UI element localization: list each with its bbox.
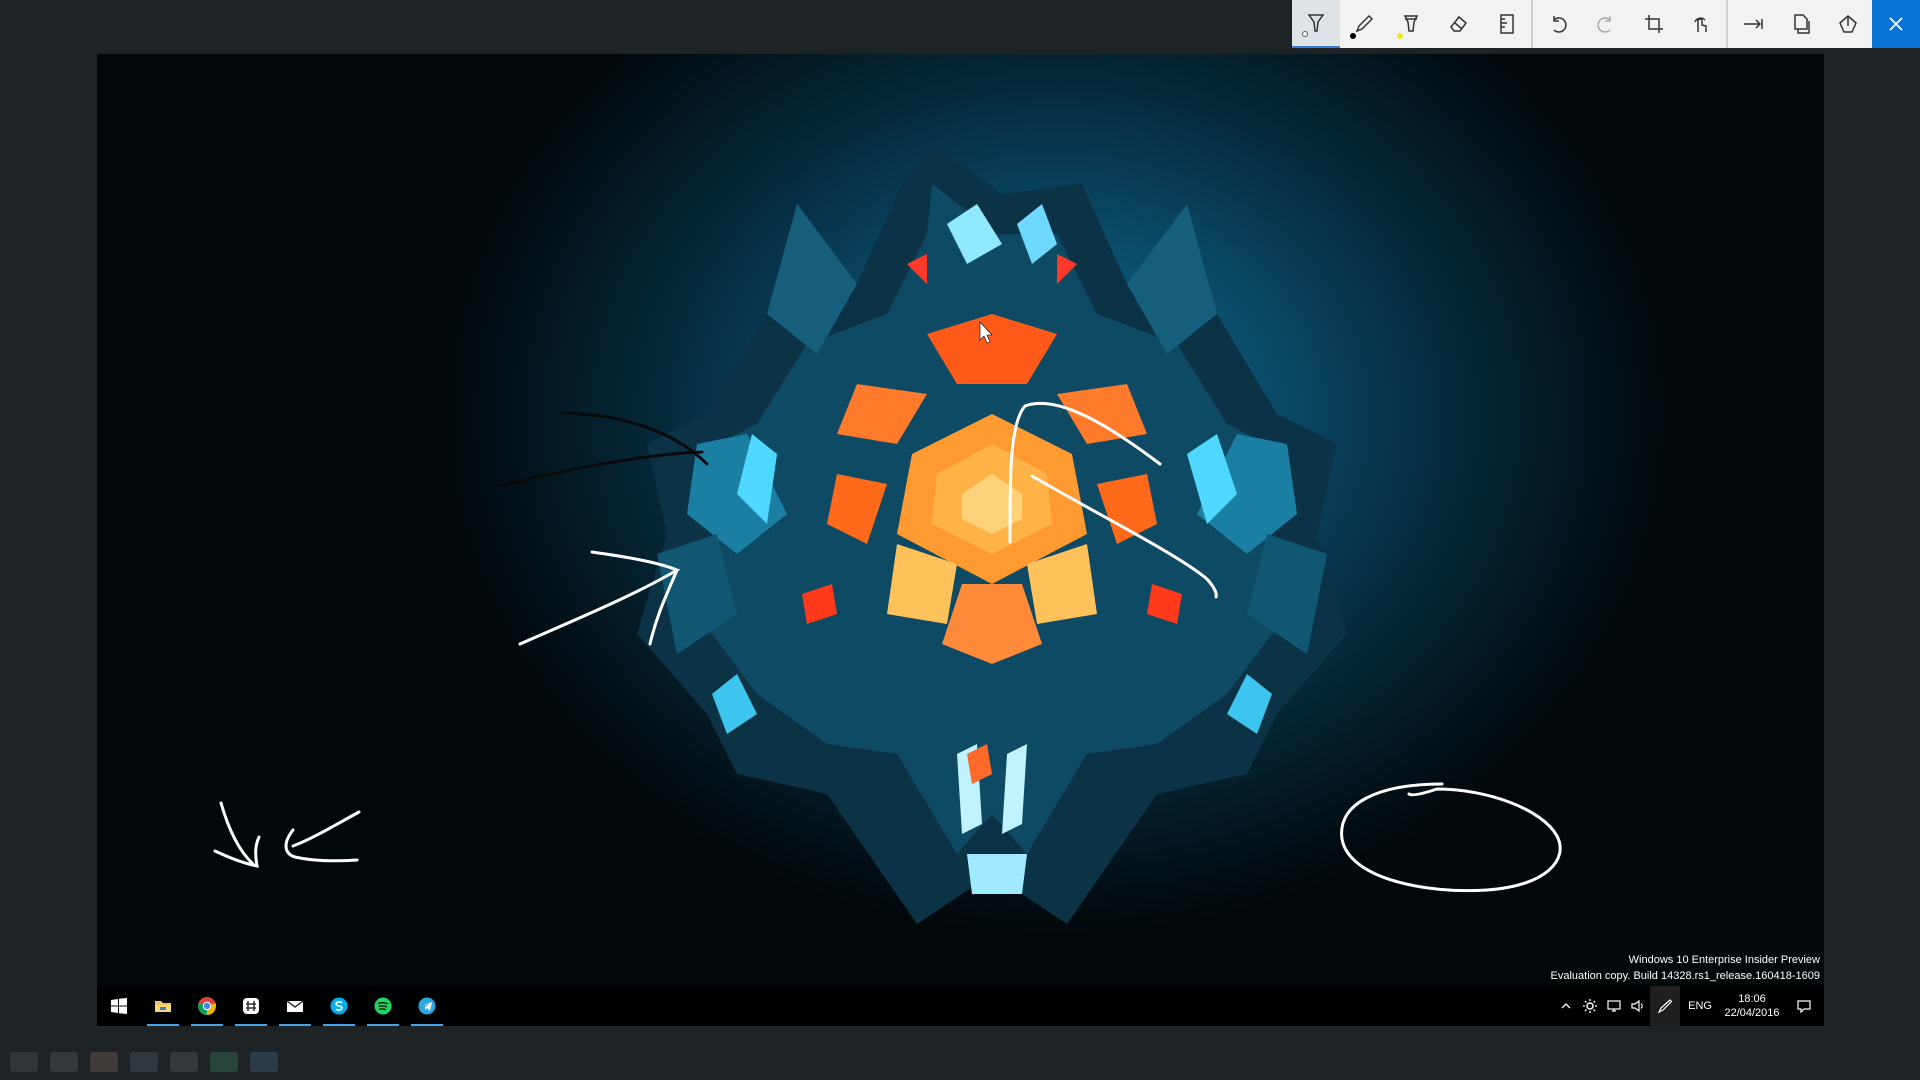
tray-overflow-button[interactable] xyxy=(1554,986,1578,1026)
ghost-icon xyxy=(90,1052,118,1072)
yellow-ink-dot xyxy=(1397,33,1404,39)
ghost-icon xyxy=(210,1052,238,1072)
skype-icon xyxy=(330,997,348,1015)
share-icon xyxy=(1839,15,1858,33)
wallpaper-art xyxy=(637,144,1347,924)
system-tray: ENG 18:06 22/04/2016 xyxy=(1554,986,1824,1026)
undo-icon xyxy=(1553,16,1567,33)
ghost-icon xyxy=(130,1052,158,1072)
mail-icon xyxy=(286,1000,304,1012)
highlighter-button[interactable] xyxy=(1387,0,1435,48)
white-ink-dot xyxy=(1302,31,1308,37)
start-button[interactable] xyxy=(97,986,141,1026)
undo-button[interactable] xyxy=(1534,0,1582,48)
close-icon xyxy=(1889,17,1903,31)
clock-date: 22/04/2016 xyxy=(1724,1007,1780,1019)
tray-volume-button[interactable] xyxy=(1626,986,1650,1026)
ghost-icon xyxy=(50,1052,78,1072)
ghost-icon xyxy=(10,1052,38,1072)
black-ink-dot xyxy=(1349,33,1356,39)
notification-icon xyxy=(1797,1000,1811,1014)
build-watermark: Windows 10 Enterprise Insider Preview Ev… xyxy=(1551,952,1821,984)
taskbar-file-explorer[interactable] xyxy=(141,986,185,1026)
watermark-build: Evaluation copy. Build 14328.rs1_release… xyxy=(1550,970,1821,982)
gear-icon xyxy=(1583,999,1598,1013)
taskbar: ENG 18:06 22/04/2016 xyxy=(97,986,1824,1026)
taskbar-slack[interactable] xyxy=(229,986,273,1026)
touch-writing-icon xyxy=(1694,17,1708,32)
clock-time: 18:06 xyxy=(1738,993,1766,1005)
action-center-button[interactable] xyxy=(1784,986,1824,1026)
captured-screenshot[interactable]: Windows 10 Enterprise Insider Preview Ev… xyxy=(97,54,1824,1026)
taskbar-chrome[interactable] xyxy=(185,986,229,1026)
slack-icon xyxy=(243,998,259,1014)
ghost-icon xyxy=(170,1052,198,1072)
taskbar-skype[interactable] xyxy=(317,986,361,1026)
pen-icon xyxy=(1657,999,1673,1014)
pencil-icon xyxy=(1355,14,1373,33)
pencil-button[interactable] xyxy=(1340,0,1388,48)
eraser-button[interactable] xyxy=(1435,0,1483,48)
windows-logo-icon xyxy=(111,998,127,1014)
ruler-icon xyxy=(1499,14,1514,34)
clock[interactable]: 18:06 22/04/2016 xyxy=(1720,992,1784,1020)
network-icon xyxy=(1607,1000,1621,1012)
ghost-icon xyxy=(250,1052,278,1072)
tray-windows-ink-button[interactable] xyxy=(1650,986,1681,1026)
tray-settings-button[interactable] xyxy=(1578,986,1602,1026)
ballpoint-pen-button[interactable] xyxy=(1292,0,1340,48)
language-indicator[interactable]: ENG xyxy=(1680,1000,1720,1012)
copy-button[interactable] xyxy=(1777,0,1825,48)
highlighter-icon xyxy=(1404,15,1419,32)
redo-icon xyxy=(1597,16,1611,33)
folder-icon xyxy=(155,1001,171,1012)
close-button[interactable] xyxy=(1872,0,1920,48)
crop-icon xyxy=(1644,15,1663,33)
eraser-icon xyxy=(1449,15,1467,32)
chevron-up-icon xyxy=(1561,1003,1571,1009)
taskbar-mail[interactable] xyxy=(273,986,317,1026)
share-button[interactable] xyxy=(1825,0,1873,48)
telegram-icon xyxy=(418,997,436,1015)
taskbar-telegram[interactable] xyxy=(405,986,449,1026)
redo-button[interactable] xyxy=(1582,0,1630,48)
ruler-button[interactable] xyxy=(1483,0,1531,48)
save-button[interactable] xyxy=(1729,0,1777,48)
ink-toolbar xyxy=(1292,0,1920,48)
watermark-edition: Windows 10 Enterprise Insider Preview xyxy=(1628,954,1820,966)
toolbar-divider xyxy=(1726,0,1729,48)
save-arrow-icon xyxy=(1744,19,1763,29)
background-taskbar-ghost xyxy=(0,1044,1920,1080)
spotify-icon xyxy=(374,997,392,1015)
copy-icon xyxy=(1793,14,1810,34)
toolbar-divider xyxy=(1531,0,1534,48)
touch-writing-button[interactable] xyxy=(1677,0,1725,48)
tray-network-button[interactable] xyxy=(1602,986,1626,1026)
crop-button[interactable] xyxy=(1630,0,1678,48)
speaker-icon xyxy=(1631,999,1643,1013)
taskbar-spotify[interactable] xyxy=(361,986,405,1026)
chrome-icon xyxy=(197,997,217,1015)
